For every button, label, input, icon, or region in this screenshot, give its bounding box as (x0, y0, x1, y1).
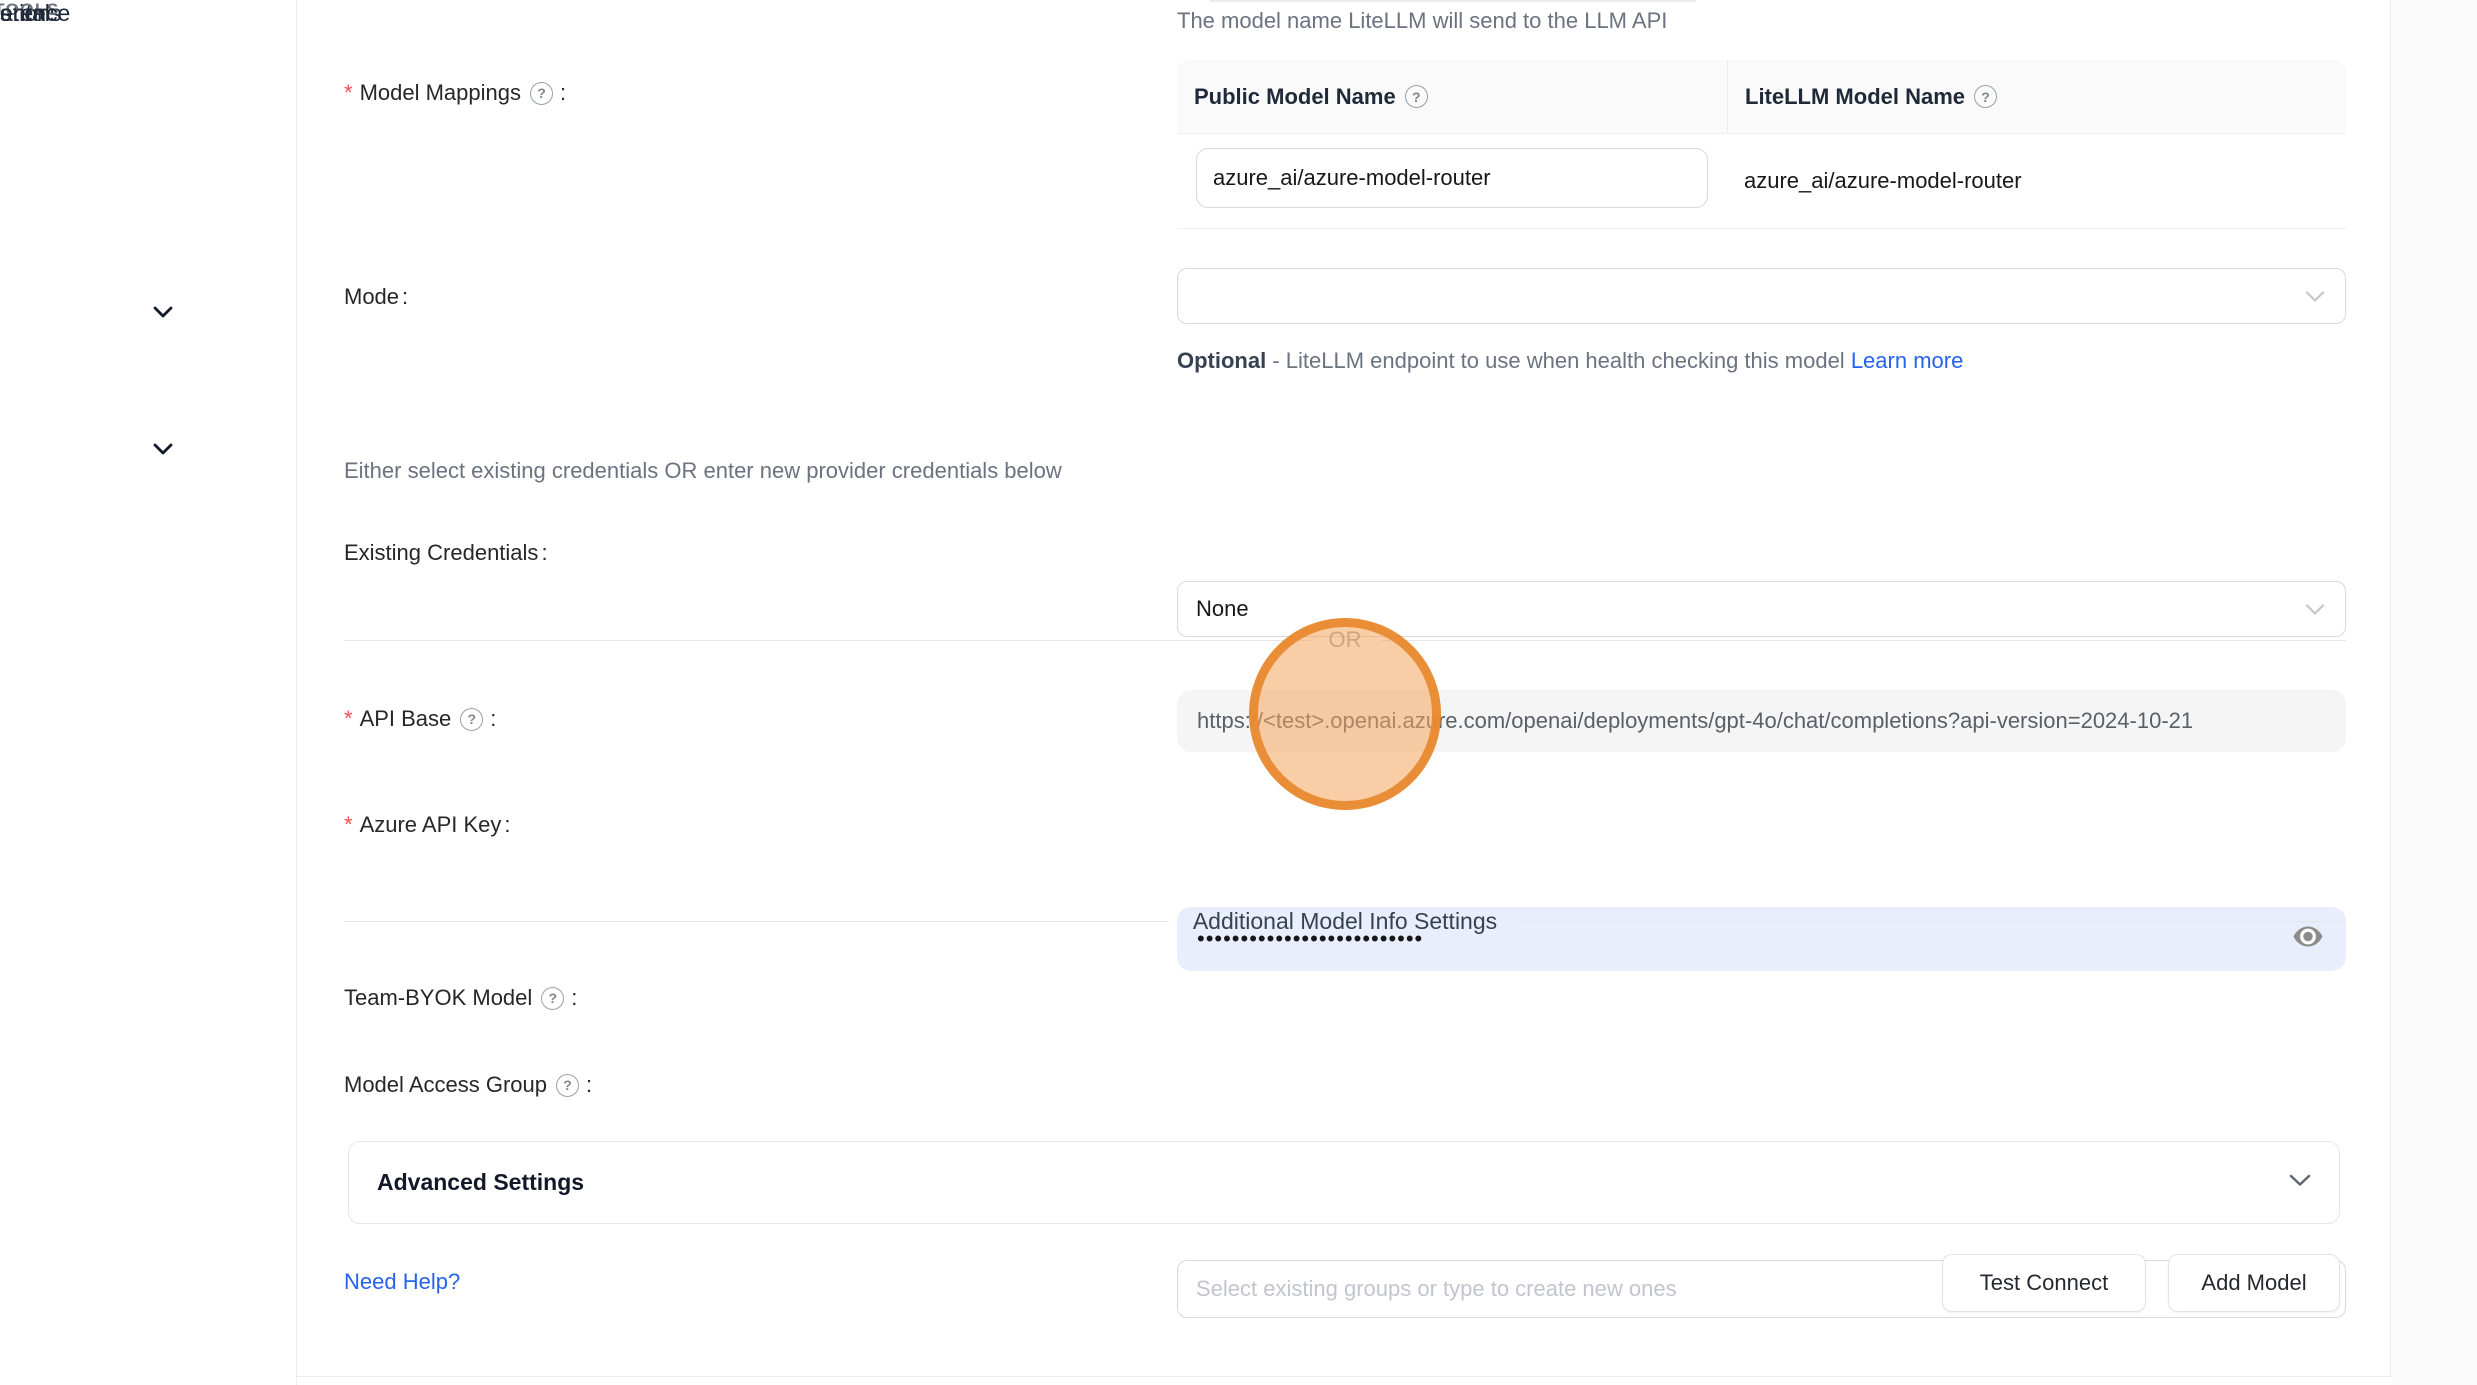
team-byok-label: Team-BYOK Model ? : (344, 978, 577, 1018)
public-model-name-header: Public Model Name ? (1177, 60, 1727, 133)
existing-credentials-label: Existing Credentials: (344, 533, 548, 573)
help-question-icon[interactable]: ? (460, 708, 483, 731)
chevron-down-icon (2305, 596, 2325, 622)
api-base-input[interactable]: https://<test>.openai.azure.com/openai/d… (1177, 690, 2346, 752)
help-question-icon[interactable]: ? (1974, 85, 1997, 108)
add-model-page: ations s TOOLS erence ental s The model … (0, 0, 2477, 1385)
help-question-icon[interactable]: ? (541, 987, 564, 1010)
additional-settings-divider: Additional Model Info Settings (344, 907, 2346, 935)
sidebar-divider (296, 0, 297, 1385)
test-connect-button[interactable]: Test Connect (1942, 1254, 2146, 1312)
or-divider: OR (344, 628, 2346, 652)
model-mappings-label: * Model Mappings ? : (344, 73, 566, 113)
page-right-margin (2391, 0, 2477, 1385)
required-marker: * (344, 80, 353, 106)
need-help-link[interactable]: Need Help? (344, 1269, 460, 1295)
mappings-data-row: azure_ai/azure-model-router (1177, 134, 2346, 229)
mode-helper-text: Optional - LiteLLM endpoint to use when … (1177, 341, 1977, 380)
api-base-label: * API Base ? : (344, 699, 496, 739)
help-question-icon[interactable]: ? (1405, 85, 1428, 108)
chevron-down-icon (2289, 1174, 2311, 1192)
public-model-name-input[interactable] (1196, 148, 1708, 208)
litellm-model-name-value: azure_ai/azure-model-router (1744, 168, 2022, 194)
advanced-settings-panel[interactable]: Advanced Settings (348, 1141, 2340, 1224)
azure-api-key-label: * Azure API Key : (344, 805, 511, 845)
help-question-icon[interactable]: ? (556, 1074, 579, 1097)
mappings-header-row: Public Model Name ? LiteLLM Model Name ? (1177, 60, 2346, 134)
chevron-down-icon[interactable] (153, 306, 173, 324)
mode-select[interactable] (1177, 268, 2346, 324)
model-mappings-table: Public Model Name ? LiteLLM Model Name ?… (1177, 60, 2346, 229)
litellm-model-name-header: LiteLLM Model Name ? (1727, 60, 2346, 133)
advanced-settings-label: Advanced Settings (377, 1169, 584, 1196)
chevron-down-icon[interactable] (153, 443, 173, 461)
mode-label: Mode: (344, 277, 408, 317)
panel-right-border (2390, 0, 2391, 1377)
api-base-value: https://<test>.openai.azure.com/openai/d… (1197, 708, 2193, 734)
required-marker: * (344, 706, 353, 732)
cutoff-field-edge (1210, 0, 1696, 2)
required-marker: * (344, 812, 353, 838)
chevron-down-icon (2305, 283, 2325, 309)
learn-more-link[interactable]: Learn more (1851, 348, 1964, 373)
panel-bottom-border (296, 1376, 2390, 1377)
add-model-button[interactable]: Add Model (2168, 1254, 2340, 1312)
credentials-intro-text: Either select existing credentials OR en… (344, 458, 1062, 484)
help-question-icon[interactable]: ? (530, 82, 553, 105)
existing-credentials-value: None (1196, 596, 1249, 622)
model-access-group-label: Model Access Group ? : (344, 1065, 592, 1105)
sidebar-item-settings[interactable]: s (0, 0, 12, 27)
model-name-helper-text: The model name LiteLLM will send to the … (1177, 8, 1667, 34)
